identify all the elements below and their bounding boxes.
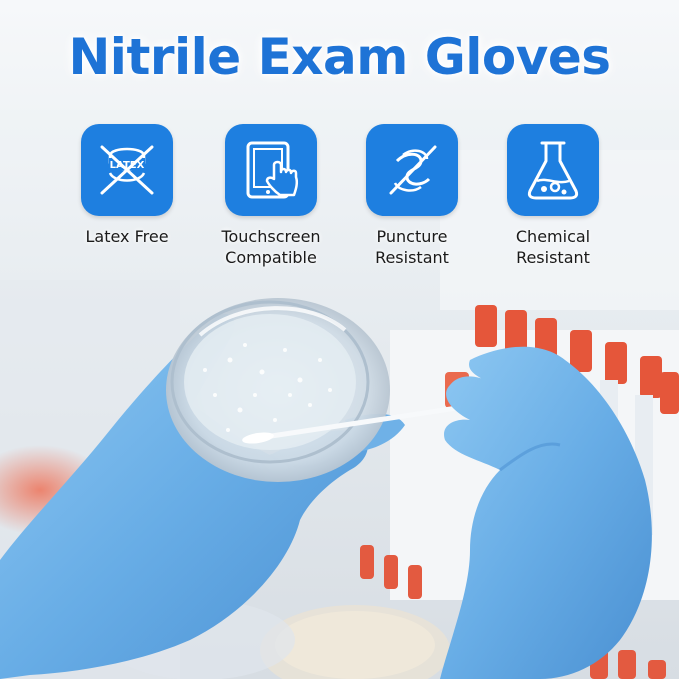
feature-touchscreen: Touchscreen Compatible [201, 124, 341, 268]
page-title: Nitrile Exam Gloves [68, 28, 611, 86]
lab-photo [0, 0, 679, 679]
feature-tile [225, 124, 317, 216]
puncture-icon [389, 145, 437, 195]
touchscreen-icon [246, 141, 299, 199]
feature-puncture: Puncture Resistant [342, 124, 482, 268]
feature-tile [366, 124, 458, 216]
no-latex-icon: LATEX [100, 145, 154, 195]
feature-label: Puncture Resistant [375, 227, 449, 267]
feature-tile: LATEX [81, 124, 173, 216]
feature-tile [507, 124, 599, 216]
feature-label: Touchscreen Compatible [221, 227, 321, 267]
feature-label: Chemical Resistant [515, 227, 591, 267]
feature-latex-free: LATEX Latex Free [57, 124, 197, 247]
feature-label: Latex Free [85, 227, 169, 246]
flask-icon [527, 141, 579, 200]
feature-chemical: Chemical Resistant [483, 124, 623, 268]
